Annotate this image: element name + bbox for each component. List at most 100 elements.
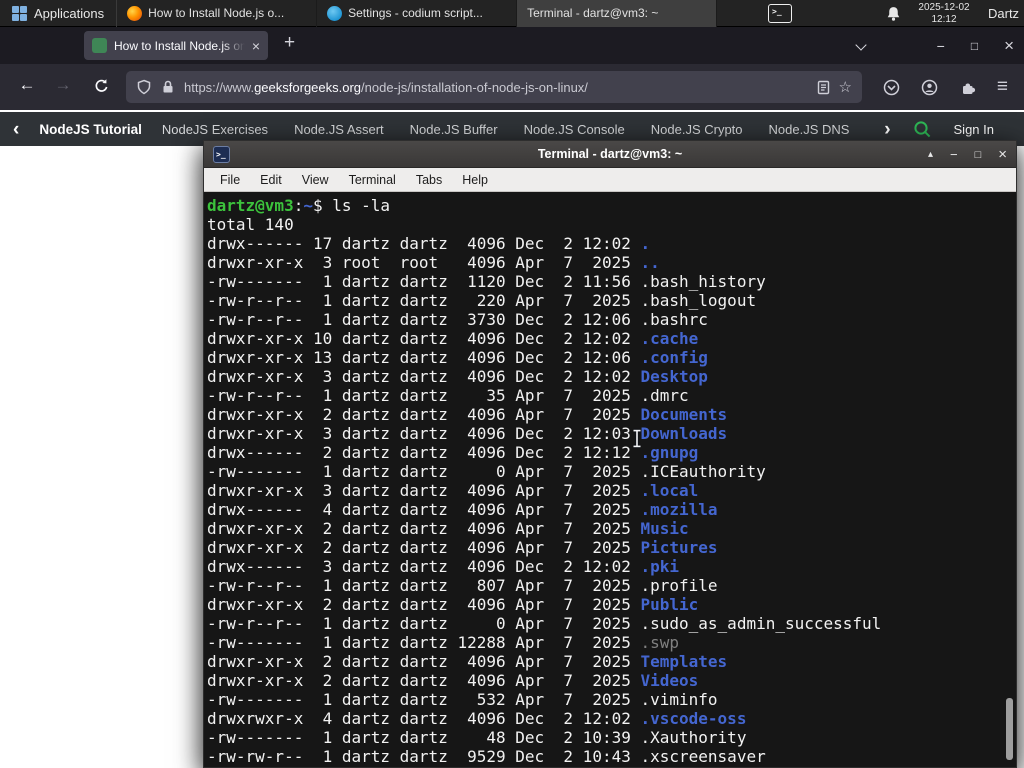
nav-forward-chevron-icon[interactable]: › (884, 120, 890, 139)
terminal-output-row: -rw-r--r-- 1 dartz dartz 807 Apr 7 2025 … (207, 576, 1016, 595)
file-name: .bashrc (640, 310, 708, 329)
terminal-scrollbar-thumb[interactable] (1006, 698, 1013, 760)
terminal-output-row: -rw------- 1 dartz dartz 1120 Dec 2 11:5… (207, 272, 1016, 291)
file-name: .bash_logout (640, 291, 757, 310)
sign-in-button[interactable]: Sign In (954, 122, 994, 137)
file-name: .bash_history (640, 272, 766, 291)
terminal-output-row: drwxr-xr-x 2 dartz dartz 4096 Apr 7 2025… (207, 652, 1016, 671)
terminal-minimize-button[interactable]: − (950, 147, 958, 162)
file-listing-details: drwx------ 17 dartz dartz 4096 Dec 2 12:… (207, 234, 641, 253)
panel-clock[interactable]: 2025-12-02 12:12 (912, 2, 976, 25)
url-scheme: https://www. (184, 79, 255, 95)
hamburger-menu-icon[interactable]: ≡ (997, 76, 1008, 98)
terminal-menu-item[interactable]: Help (452, 173, 498, 187)
file-listing-details: -rw------- 1 dartz dartz 0 Apr 7 2025 (207, 462, 641, 481)
file-listing-details: drwx------ 2 dartz dartz 4096 Dec 2 12:1… (207, 443, 641, 462)
file-listing-details: drwxr-xr-x 3 dartz dartz 4096 Dec 2 12:0… (207, 424, 641, 443)
file-listing-details: drwxrwxr-x 4 dartz dartz 4096 Dec 2 12:0… (207, 709, 641, 728)
shade-button[interactable]: ▴ (928, 149, 933, 160)
file-listing-details: -rw------- 1 dartz dartz 48 Dec 2 10:39 (207, 728, 641, 747)
desktop: Applications How to Install Node.js o...… (0, 0, 1024, 768)
file-listing-details: drwxr-xr-x 2 dartz dartz 4096 Apr 7 2025 (207, 538, 641, 557)
taskbar-app-icon (127, 5, 143, 21)
browser-tab[interactable]: How to Install Node.js on × (84, 31, 268, 60)
file-name: .gnupg (640, 443, 699, 462)
terminal-menu-item[interactable]: View (292, 173, 339, 187)
maximize-button[interactable]: □ (971, 39, 978, 53)
tray-terminal-icon[interactable] (768, 4, 792, 23)
file-listing-details: drwx------ 3 dartz dartz 4096 Dec 2 12:0… (207, 557, 641, 576)
forward-button: → (54, 75, 72, 94)
reader-view-icon[interactable] (816, 80, 831, 95)
back-button[interactable]: ← (12, 75, 42, 95)
file-name: .xscreensaver (640, 747, 766, 766)
terminal-output-row: -rw-rw-r-- 1 dartz dartz 9529 Dec 2 10:4… (207, 747, 1016, 766)
site-nav-link[interactable]: Node.JS DNS (769, 122, 850, 137)
terminal-output-row: -rw------- 1 dartz dartz 0 Apr 7 2025 .I… (207, 462, 1016, 481)
terminal-output-row: -rw-r--r-- 1 dartz dartz 35 Apr 7 2025 .… (207, 386, 1016, 405)
terminal-total-line: total 140 (207, 215, 294, 234)
prompt-colon: : (293, 196, 304, 215)
search-icon[interactable] (913, 120, 932, 139)
terminal-menu-item[interactable]: File (210, 173, 250, 187)
minimize-button[interactable]: − (937, 38, 945, 54)
terminal-maximize-button[interactable]: □ (975, 149, 982, 161)
terminal-close-button[interactable]: × (998, 146, 1007, 163)
terminal-content[interactable]: dartz@vm3:~$ ls -la total 140 drwx------… (204, 192, 1016, 767)
site-nav-link[interactable]: Node.JS Buffer (410, 122, 498, 137)
terminal-output-row: drwxrwxr-x 4 dartz dartz 4096 Dec 2 12:0… (207, 709, 1016, 728)
tab-close-icon[interactable]: × (252, 38, 260, 54)
taskbar-button-label: Terminal - dartz@vm3: ~ (527, 6, 659, 20)
file-listing-details: drwxr-xr-x 2 dartz dartz 4096 Apr 7 2025 (207, 519, 641, 538)
browser-window-controls: − □ × (937, 27, 1014, 64)
lock-icon[interactable] (160, 79, 176, 95)
tracking-shield-icon[interactable] (136, 79, 152, 95)
file-name: .mozilla (640, 500, 718, 519)
notification-bell-icon[interactable] (886, 6, 901, 22)
browser-tab-bar: How to Install Node.js on × + − □ × (0, 27, 1024, 64)
file-listing-details: -rw-r--r-- 1 dartz dartz 807 Apr 7 2025 (207, 576, 641, 595)
taskbar-app-icon (327, 5, 343, 21)
terminal-output-row: drwxr-xr-x 2 dartz dartz 4096 Apr 7 2025… (207, 671, 1016, 690)
terminal-output-row: drwxr-xr-x 2 dartz dartz 4096 Apr 7 2025… (207, 595, 1016, 614)
list-all-tabs-icon[interactable] (855, 39, 867, 51)
panel-username: Dartz (988, 6, 1020, 21)
file-name: Music (640, 519, 689, 538)
bookmark-star-icon[interactable]: ☆ (839, 78, 852, 96)
terminal-menu-item[interactable]: Tabs (406, 173, 452, 187)
file-name: Pictures (640, 538, 718, 557)
reload-button[interactable] (86, 78, 116, 99)
site-nav-primary-link[interactable]: NodeJS Tutorial (39, 122, 142, 137)
file-listing-details: -rw-r--r-- 1 dartz dartz 3730 Dec 2 12:0… (207, 310, 641, 329)
reload-icon (95, 79, 108, 92)
close-button[interactable]: × (1004, 36, 1014, 56)
terminal-output-row: -rw------- 1 dartz dartz 12288 Apr 7 202… (207, 633, 1016, 652)
terminal-menu-bar: File Edit View Terminal Tabs Help (204, 168, 1016, 192)
url-bar[interactable]: https://www.geeksforgeeks.org/node-js/in… (126, 71, 862, 103)
terminal-output-row: -rw-r--r-- 1 dartz dartz 3730 Dec 2 12:0… (207, 310, 1016, 329)
file-listing-details: drwxr-xr-x 10 dartz dartz 4096 Dec 2 12:… (207, 329, 641, 348)
nav-back-chevron-icon[interactable]: ‹ (13, 120, 19, 139)
site-nav-link[interactable]: Node.JS Assert (294, 122, 384, 137)
terminal-menu-item[interactable]: Terminal (339, 173, 406, 187)
taskbar-button[interactable]: Settings - codium script... (317, 0, 518, 27)
extensions-puzzle-icon[interactable] (959, 79, 976, 96)
file-listing-details: -rw------- 1 dartz dartz 532 Apr 7 2025 (207, 690, 641, 709)
terminal-window: Terminal - dartz@vm3: ~ ▴ − □ × File Edi… (203, 140, 1017, 768)
file-listing-details: drwxr-xr-x 13 dartz dartz 4096 Dec 2 12:… (207, 348, 641, 367)
taskbar-button[interactable]: How to Install Node.js o... (117, 0, 318, 27)
file-listing-details: -rw------- 1 dartz dartz 1120 Dec 2 11:5… (207, 272, 641, 291)
site-nav-link[interactable]: NodeJS Exercises (162, 122, 268, 137)
terminal-menu-item[interactable]: Edit (250, 173, 292, 187)
site-nav-link[interactable]: Node.JS Crypto (651, 122, 743, 137)
applications-menu-button[interactable]: Applications (0, 0, 116, 26)
new-tab-button[interactable]: + (284, 32, 295, 54)
file-listing-details: -rw-r--r-- 1 dartz dartz 35 Apr 7 2025 (207, 386, 641, 405)
terminal-title-bar[interactable]: Terminal - dartz@vm3: ~ ▴ − □ × (204, 141, 1016, 168)
system-tray: 2025-12-02 12:12 Dartz (754, 0, 1024, 27)
taskbar-button[interactable]: Terminal - dartz@vm3: ~ (203, 0, 1017, 768)
site-nav-link[interactable]: Node.JS Console (524, 122, 625, 137)
pocket-icon[interactable] (883, 79, 900, 96)
account-icon[interactable] (921, 79, 938, 96)
file-listing-details: -rw-r--r-- 1 dartz dartz 220 Apr 7 2025 (207, 291, 641, 310)
